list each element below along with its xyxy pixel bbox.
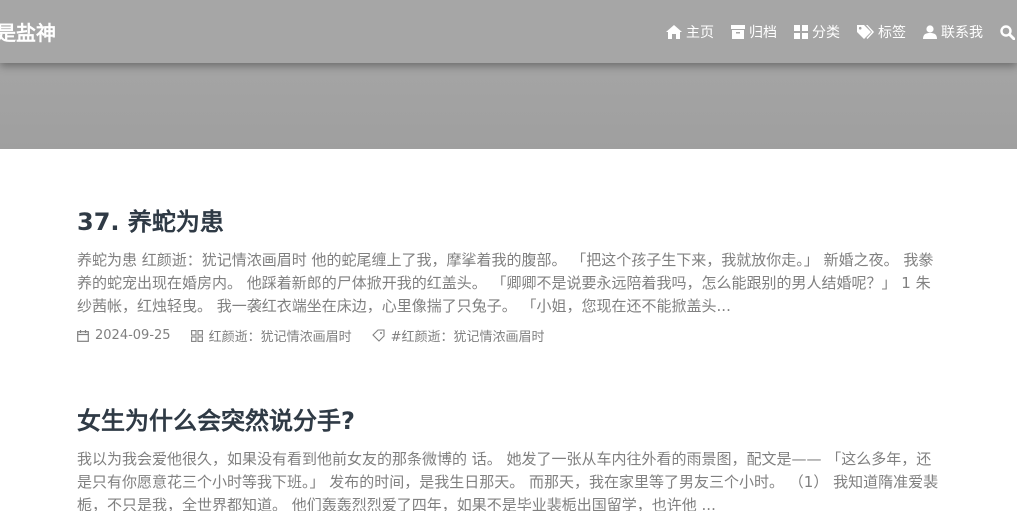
category-icon (794, 25, 808, 39)
post-category[interactable]: 红颜逝：犹记情浓画眉时 (190, 326, 352, 345)
home-icon (666, 25, 682, 39)
category-icon (190, 329, 203, 342)
nav-item-archive[interactable]: 归档 (731, 22, 777, 42)
page: 是盐神 主页 归档 分类 标签 联系我 37. 养蛇为患 养蛇为患 红颜逝：犹记… (0, 0, 1017, 511)
post-tag[interactable]: #红颜逝：犹记情浓画眉时 (371, 326, 545, 345)
nav-menu: 主页 归档 分类 标签 联系我 (649, 21, 1017, 43)
site-brand[interactable]: 是盐神 (0, 17, 56, 46)
calendar-icon (77, 329, 89, 342)
nav-item-contact[interactable]: 联系我 (923, 22, 983, 42)
post-card: 37. 养蛇为患 养蛇为患 红颜逝：犹记情浓画眉时 他的蛇尾缠上了我，摩挲着我的… (77, 207, 943, 345)
nav-item-label: 归档 (749, 25, 777, 41)
post-excerpt: 我以为我会爱他很久，如果没有看到他前女友的那条微博的 话。 她发了一张从车内往外… (77, 450, 939, 511)
archive-icon (731, 25, 745, 39)
nav-item-tags[interactable]: 标签 (857, 22, 906, 42)
post-category-text: 红颜逝：犹记情浓画眉时 (208, 330, 352, 345)
post-excerpt: 养蛇为患 红颜逝：犹记情浓画眉时 他的蛇尾缠上了我，摩挲着我的腹部。 「把这个孩… (77, 251, 934, 315)
nav-item-label: 主页 (686, 25, 714, 41)
post-meta: 2024-09-25 红颜逝：犹记情浓画眉时 #红颜逝：犹记情浓画眉时 (77, 326, 943, 345)
post-title[interactable]: 37. 养蛇为患 (77, 207, 943, 237)
post-card: 女生为什么会突然说分手? 我以为我会爱他很久，如果没有看到他前女友的那条微博的 … (77, 406, 943, 511)
post-title[interactable]: 女生为什么会突然说分手? (77, 406, 943, 436)
user-icon (923, 25, 937, 39)
post-date: 2024-09-25 (77, 328, 171, 343)
nav-item-label: 联系我 (941, 25, 983, 41)
post-tag-text: #红颜逝：犹记情浓画眉时 (390, 330, 545, 345)
search-icon[interactable] (1000, 24, 1015, 40)
post-date-text: 2024-09-25 (95, 328, 171, 343)
nav-item-category[interactable]: 分类 (794, 22, 840, 42)
tag-icon (371, 329, 385, 342)
nav-item-label: 标签 (878, 25, 906, 41)
nav-item-home[interactable]: 主页 (666, 22, 714, 42)
tag-icon (857, 25, 874, 39)
nav-item-label: 分类 (812, 25, 840, 41)
navbar: 是盐神 主页 归档 分类 标签 联系我 (0, 0, 1017, 63)
